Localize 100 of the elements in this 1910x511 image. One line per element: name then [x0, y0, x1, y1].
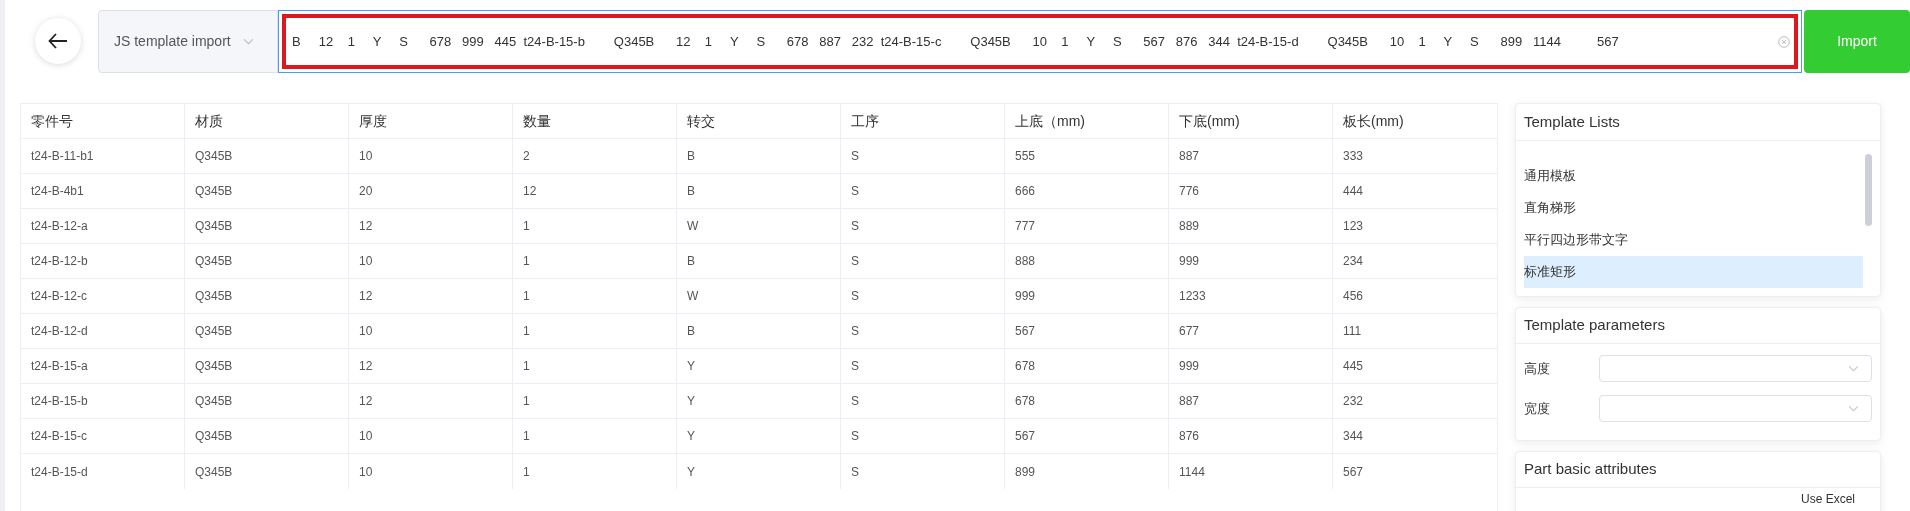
table-cell: Q345B: [185, 454, 349, 489]
back-arrow-icon: [48, 33, 68, 49]
select-field[interactable]: [1599, 395, 1872, 422]
table-cell: t24-B-15-d: [21, 454, 185, 489]
table-cell: 999: [1005, 279, 1169, 313]
table-cell: 1: [513, 349, 677, 383]
table-cell: 889: [1169, 209, 1333, 243]
caret-icon: [1848, 405, 1859, 412]
table-cell: 10: [349, 454, 513, 489]
table-cell: t24-B-4b1: [21, 174, 185, 208]
scrollbar[interactable]: [1865, 154, 1872, 226]
table-cell: S: [841, 139, 1005, 173]
table-cell: 555: [1005, 139, 1169, 173]
field-label: 宽度: [1524, 399, 1551, 418]
table-cell: 999: [1169, 349, 1333, 383]
table-cell: S: [841, 244, 1005, 278]
column-header: 工序: [841, 104, 1005, 138]
table-cell: t24-B-11-b1: [21, 139, 185, 173]
table-cell: 1233: [1169, 279, 1333, 313]
template-select[interactable]: JS template import: [98, 10, 278, 73]
table-cell: 888: [1005, 244, 1169, 278]
template-list-item[interactable]: 标准矩形: [1524, 256, 1863, 288]
table-cell: 567: [1005, 419, 1169, 453]
table-cell: 899: [1005, 454, 1169, 489]
table-cell: t24-B-12-c: [21, 279, 185, 313]
table-cell: t24-B-12-d: [21, 314, 185, 348]
table-cell: 1: [513, 454, 677, 489]
table-cell: 12: [349, 349, 513, 383]
back-button[interactable]: [35, 18, 81, 64]
clear-icon[interactable]: [1778, 35, 1790, 48]
table-cell: Y: [677, 454, 841, 489]
table-cell: 678: [1005, 349, 1169, 383]
table-cell: 10: [349, 244, 513, 278]
table-cell: t24-B-12-b: [21, 244, 185, 278]
table-cell: B: [677, 174, 841, 208]
input-value: B 12 1 Y S 678 999 445 t24-B-15-b Q345B 12 1 Y S 678 887 232 t24-B-15-c Q345B 10 1 Y S 567 876 344 t24-B-15-d Q345B 10 1 Y S 899 1144 567: [292, 32, 1620, 51]
table-cell: 1: [513, 314, 677, 348]
table-cell: S: [841, 174, 1005, 208]
table-cell: 20: [349, 174, 513, 208]
table-cell: S: [841, 349, 1005, 383]
table-cell: t24-B-15-a: [21, 349, 185, 383]
table-cell: Q345B: [185, 209, 349, 243]
table-cell: Y: [677, 349, 841, 383]
table-cell: 12: [513, 174, 677, 208]
template-list-item[interactable]: 通用模板: [1524, 160, 1863, 192]
table-cell-text: 333: [1342, 148, 1365, 165]
table-cell: 1: [513, 279, 677, 313]
table-cell: Y: [677, 419, 841, 453]
table-cell: 887: [1169, 384, 1333, 418]
table-cell: 776: [1169, 174, 1333, 208]
table-cell: S: [841, 419, 1005, 453]
table-cell-text: 456: [1342, 288, 1365, 305]
table-cell: S: [841, 314, 1005, 348]
column-header: 转交: [677, 104, 841, 138]
table-cell: B: [677, 139, 841, 173]
table-cell-text: 344: [1342, 428, 1365, 445]
column-header: 数量: [513, 104, 677, 138]
table-cell: Q345B: [185, 279, 349, 313]
table-cell: 1: [513, 384, 677, 418]
table-cell: B: [677, 314, 841, 348]
template-list-item[interactable]: 平行四边形带文字: [1524, 224, 1863, 256]
column-header: 厚度: [349, 104, 513, 138]
table-cell-text: 232: [1342, 393, 1365, 410]
table-cell: Q345B: [185, 419, 349, 453]
table-cell: 777: [1005, 209, 1169, 243]
table-cell: 1: [513, 209, 677, 243]
column-header: 材质: [185, 104, 349, 138]
select-value: JS template import: [114, 32, 231, 51]
import-text-field[interactable]: B 12 1 Y S 678 999 445 t24-B-15-b Q345B 12 1 Y S 678 887 232 t24-B-15-c Q345B 10 1 Y S 567 876 344 t24-B-15-d Q345B 10 1 Y S 899 1144 567: [278, 10, 1802, 73]
table-cell-text: 111: [1342, 323, 1363, 340]
caret-icon: [242, 38, 254, 45]
table-cell: t24-B-15-c: [21, 419, 185, 453]
table-cell: 12: [349, 209, 513, 243]
use-excel-link[interactable]: Use Excel: [1800, 490, 1855, 508]
table-cell-text: 123: [1342, 218, 1365, 235]
card-title: Part basic attributes: [1524, 459, 1657, 480]
table-cell: Q345B: [185, 244, 349, 278]
table-cell: Q345B: [185, 349, 349, 383]
table-cell: Q345B: [185, 174, 349, 208]
table-cell: S: [841, 384, 1005, 418]
table-cell: Q345B: [185, 384, 349, 418]
table-cell: 1144: [1169, 454, 1333, 489]
table-cell-text: 445: [1342, 358, 1365, 375]
table-cell: 876: [1169, 419, 1333, 453]
select-field[interactable]: [1599, 355, 1872, 382]
template-list-item[interactable]: 直角梯形: [1524, 192, 1863, 224]
table-cell: 678: [1005, 384, 1169, 418]
table-cell-text: 234: [1342, 253, 1365, 270]
card-title: Template Lists: [1524, 111, 1620, 132]
table-cell-text: 444: [1342, 183, 1365, 200]
column-header: 上底（mm): [1005, 104, 1169, 138]
table-cell: S: [841, 279, 1005, 313]
table-cell: 12: [349, 279, 513, 313]
table-cell: 1: [513, 419, 677, 453]
table-cell: 10: [349, 139, 513, 173]
table-cell: t24-B-12-a: [21, 209, 185, 243]
table-cell: t24-B-15-b: [21, 384, 185, 418]
table-cell: S: [841, 454, 1005, 489]
caret-icon: [1848, 365, 1859, 372]
table-cell: Q345B: [185, 314, 349, 348]
